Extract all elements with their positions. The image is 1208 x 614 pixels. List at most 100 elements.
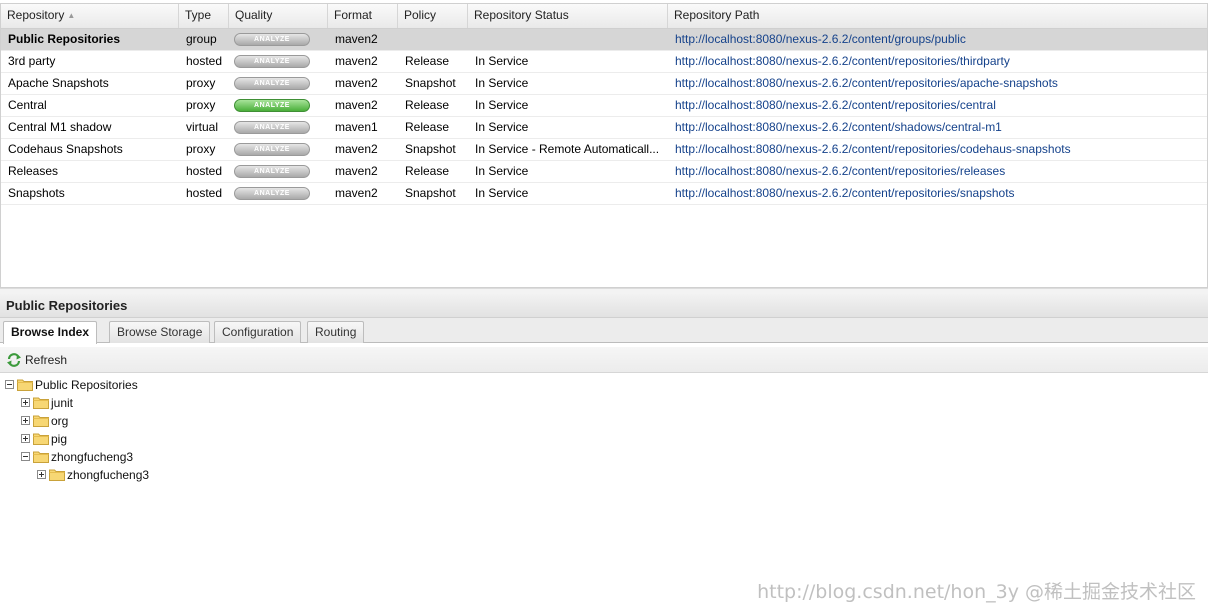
column-header-repository-status[interactable]: Repository Status: [468, 4, 668, 28]
type-cell: hosted: [186, 186, 223, 200]
analyze-button[interactable]: ANALYZE: [234, 121, 310, 134]
tree-node[interactable]: junit: [21, 394, 73, 412]
tree-node[interactable]: zhongfucheng3: [37, 466, 149, 484]
format-cell: maven2: [335, 186, 378, 200]
repository-status-cell: In Service: [475, 76, 529, 90]
watermark: http://blog.csdn.net/hon_3y @稀土掘金技术社区: [757, 581, 1196, 603]
expand-icon[interactable]: [21, 434, 30, 444]
repository-name-cell: Codehaus Snapshots: [8, 142, 123, 156]
table-row[interactable]: Releases hosted ANALYZE maven2 Release In Ser…: [1, 161, 1207, 183]
toolbar: Refresh: [0, 347, 1208, 373]
folder-icon: [33, 451, 49, 464]
tree-node-label: zhongfucheng3: [67, 468, 150, 482]
tree-node[interactable]: zhongfucheng3: [21, 448, 133, 466]
collapse-icon[interactable]: [5, 380, 14, 390]
repository-path-link[interactable]: http://localhost:8080/nexus-2.6.2/conten…: [668, 161, 1207, 182]
repository-path-link[interactable]: http://localhost:8080/nexus-2.6.2/conten…: [668, 73, 1207, 94]
table-row[interactable]: Central M1 shadow virtual ANALYZE maven1 Rel…: [1, 117, 1207, 139]
repository-name-cell: Snapshots: [8, 186, 65, 200]
tab-configuration[interactable]: Configuration: [214, 321, 302, 343]
analyze-button[interactable]: ANALYZE: [234, 143, 310, 156]
type-cell: proxy: [186, 142, 216, 156]
table-row[interactable]: Central proxy ANALYZE maven2 Release In Servi…: [1, 95, 1207, 117]
tree-node[interactable]: org: [21, 412, 68, 430]
column-header-type[interactable]: Type: [179, 4, 229, 28]
panel-title: Public Repositories: [0, 294, 1208, 318]
policy-cell: Release: [405, 120, 450, 134]
collapse-icon[interactable]: [21, 452, 30, 462]
repository-status-cell: In Service: [475, 164, 529, 178]
type-cell: proxy: [186, 76, 216, 90]
tree-node-label: org: [51, 414, 69, 428]
repository-path-link[interactable]: http://localhost:8080/nexus-2.6.2/conten…: [668, 139, 1207, 160]
repository-status-cell: [468, 29, 668, 50]
policy-cell: Snapshot: [405, 76, 456, 90]
repository-path-link[interactable]: http://localhost:8080/nexus-2.6.2/conten…: [668, 117, 1207, 138]
refresh-icon: [7, 353, 21, 367]
policy-cell: Release: [405, 164, 450, 178]
grid-header: Repository ▲ Type Quality Format Policy R…: [1, 4, 1207, 29]
tab-browse-index[interactable]: Browse Index: [3, 321, 98, 344]
folder-icon: [17, 379, 33, 392]
column-header-policy[interactable]: Policy: [398, 4, 468, 28]
refresh-button[interactable]: Refresh: [6, 352, 67, 368]
policy-cell: Snapshot: [405, 186, 456, 200]
repository-status-cell: In Service: [475, 98, 529, 112]
format-cell: maven2: [335, 32, 378, 46]
format-cell: maven2: [335, 164, 378, 178]
tree-node[interactable]: pig: [21, 430, 67, 448]
repository-name-cell: Central: [8, 98, 47, 112]
folder-icon: [33, 415, 49, 428]
table-row[interactable]: Apache Snapshots proxy ANALYZE maven2 Snapsh…: [1, 73, 1207, 95]
folder-icon: [33, 397, 49, 410]
tab-browse-storage[interactable]: Browse Storage: [109, 321, 211, 343]
column-header-repository-path[interactable]: Repository Path: [668, 4, 1207, 28]
tab-strip: Browse Index Browse Storage Configuratio…: [0, 318, 1208, 344]
table-row[interactable]: Public Repositories group ANALYZE maven2 htt…: [1, 29, 1207, 51]
format-cell: maven2: [335, 76, 378, 90]
type-cell: group: [186, 32, 217, 46]
expand-icon[interactable]: [21, 416, 30, 426]
analyze-button[interactable]: ANALYZE: [234, 33, 310, 46]
format-cell: maven1: [335, 120, 378, 134]
column-header-format[interactable]: Format: [328, 4, 398, 28]
table-row[interactable]: Snapshots hosted ANALYZE maven2 Snapshot In S…: [1, 183, 1207, 205]
tab-routing[interactable]: Routing: [307, 321, 365, 343]
policy-cell: [398, 29, 468, 50]
repository-path-link[interactable]: http://localhost:8080/nexus-2.6.2/conten…: [668, 183, 1207, 204]
expand-icon[interactable]: [37, 470, 46, 480]
policy-cell: Snapshot: [405, 142, 456, 156]
tree-node-label: pig: [51, 432, 68, 446]
repository-name-cell: Releases: [8, 164, 59, 178]
column-header-quality[interactable]: Quality: [229, 4, 328, 28]
table-row[interactable]: Codehaus Snapshots proxy ANALYZE maven2 Snap…: [1, 139, 1207, 161]
repository-path-link[interactable]: http://localhost:8080/nexus-2.6.2/conten…: [668, 29, 1207, 50]
folder-icon: [33, 433, 49, 446]
type-cell: hosted: [186, 164, 223, 178]
type-cell: hosted: [186, 54, 223, 68]
analyze-button[interactable]: ANALYZE: [234, 77, 310, 90]
tree-node[interactable]: Public Repositories: [5, 376, 138, 394]
repository-status-cell: In Service: [475, 54, 529, 68]
repository-grid: Repository ▲ Type Quality Format Policy R…: [0, 3, 1208, 288]
tree-node-label: Public Repositories: [35, 378, 138, 392]
analyze-button[interactable]: ANALYZE: [234, 99, 310, 112]
type-cell: proxy: [186, 98, 216, 112]
table-row[interactable]: 3rd party hosted ANALYZE maven2 Release In Se…: [1, 51, 1207, 73]
sort-ascending-icon: ▲: [67, 11, 76, 20]
column-header-repository[interactable]: Repository ▲: [1, 4, 179, 28]
policy-cell: Release: [405, 54, 450, 68]
repository-status-cell: In Service: [475, 186, 529, 200]
format-cell: maven2: [335, 98, 378, 112]
analyze-button[interactable]: ANALYZE: [234, 187, 310, 200]
repository-name-cell: Public Repositories: [8, 32, 121, 46]
repository-path-link[interactable]: http://localhost:8080/nexus-2.6.2/conten…: [668, 95, 1207, 116]
repository-path-link[interactable]: http://localhost:8080/nexus-2.6.2/conten…: [668, 51, 1207, 72]
analyze-button[interactable]: ANALYZE: [234, 55, 310, 68]
repository-status-cell: In Service - Remote Automaticall...: [475, 142, 660, 156]
folder-icon: [49, 469, 65, 482]
expand-icon[interactable]: [21, 398, 30, 408]
repository-name-cell: Central M1 shadow: [8, 120, 112, 134]
tree-node-label: junit: [51, 396, 74, 410]
analyze-button[interactable]: ANALYZE: [234, 165, 310, 178]
